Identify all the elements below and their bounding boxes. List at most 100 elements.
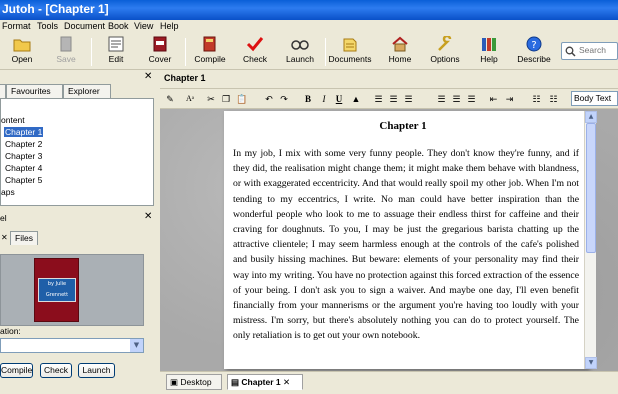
glasses-icon [291,40,309,50]
close-tab-icon[interactable]: ✕ [281,377,290,387]
project-panel: ✕ Favourites Explorer ontent Chapter 1 C… [0,70,158,208]
tab-desktop-label: Desktop [180,377,212,387]
scroll-thumb[interactable] [586,123,596,253]
align-left-icon[interactable]: ☰ [372,92,385,106]
align-center-icon[interactable]: ☰ [387,92,400,106]
copy-icon[interactable]: ❐ [220,92,232,106]
menu-format[interactable]: Format [2,21,31,31]
justify-icon[interactable]: ☰ [435,92,448,106]
redo-icon[interactable]: ↷ [278,92,290,106]
strike-icon[interactable]: ▲ [350,92,362,106]
svg-text:?: ? [531,40,536,51]
document-title: Chapter 1 [164,73,206,83]
documents-button[interactable]: Documents [328,36,372,68]
save-icon [60,36,72,52]
save-label: Save [56,54,76,64]
cover-author: by Julie Grennett [38,278,76,302]
wrench-icon [438,36,452,51]
tree-item-chapter-4[interactable]: Chapter 4 [5,163,42,173]
check-button[interactable]: Check [233,36,277,68]
describe-label: Describe [517,54,551,64]
edit-icon [108,36,124,52]
help-button[interactable]: Help [467,36,511,68]
tree-item-chapter-5[interactable]: Chapter 5 [5,175,42,185]
open-button[interactable]: Open [0,36,44,68]
font-size-icon[interactable]: Aᵃ [182,92,198,106]
launch-small-button[interactable]: Launch [78,363,115,378]
tab-chapter-1[interactable]: ▤ Chapter 1 ✕ [227,374,303,390]
project-tabs: Favourites Explorer [0,84,154,98]
cover-icon [153,36,167,52]
document-body[interactable]: In my job, I mix with some very funny pe… [233,146,579,344]
launch-label: Launch [286,54,314,64]
edit-button[interactable]: Edit [94,36,138,68]
compile-button[interactable]: Compile [188,36,232,68]
edit-label: Edit [108,54,124,64]
indent-icon[interactable]: ⇥ [503,92,516,106]
location-select[interactable]: ▼ [0,338,144,353]
tree-item-chapter-1[interactable]: Chapter 1 [4,127,44,137]
undo-icon[interactable]: ↶ [263,92,275,106]
cut-icon[interactable]: ✂ [205,92,217,106]
search-field[interactable] [561,42,618,60]
pencil-icon[interactable]: ✎ [163,92,177,106]
close-icon[interactable]: ✕ [144,211,152,222]
close-icon[interactable]: ✕ [1,233,8,242]
launch-button[interactable]: Launch [278,36,322,68]
align-right-icon[interactable]: ☰ [402,92,415,106]
toolbar-separator [325,38,326,66]
tree-item-content[interactable]: ontent [1,115,25,125]
bold-icon[interactable]: B [302,92,314,106]
documents-label: Documents [328,54,372,64]
numbered-list-icon[interactable]: ☷ [547,92,560,106]
spacing-icon[interactable]: ☰ [465,92,478,106]
check-small-button[interactable]: Check [40,363,72,378]
compile-small-button[interactable]: Compile [0,363,33,378]
check-label: Check [242,54,268,64]
cover-label: Cover [148,54,172,64]
book-cover-image: by Julie Grennett [34,258,79,322]
chevron-down-icon[interactable]: ▼ [130,339,143,352]
tree-item-chapter-2[interactable]: Chapter 2 [5,139,42,149]
scroll-up-icon[interactable]: ▲ [585,111,597,123]
help-label: Help [480,54,498,64]
underline-icon[interactable]: U [333,92,345,106]
describe-button[interactable]: ? Describe [512,36,556,68]
menu-book[interactable]: Book [108,21,129,31]
scroll-down-icon[interactable]: ▼ [585,357,597,369]
control-panel: el ✕ ✕ Files by Julie Grennett ation: ▼ … [0,210,158,394]
close-icon[interactable]: ✕ [144,71,152,82]
tab-files[interactable]: Files [10,231,38,245]
save-button[interactable]: Save [44,36,88,68]
checkmark-icon [246,37,264,52]
menu-help[interactable]: Help [160,21,179,31]
tab-desktop[interactable]: ▣ Desktop [166,374,222,390]
document-page[interactable]: Chapter 1 In my job, I mix with some ver… [224,111,588,369]
tab-favourites[interactable]: Favourites [6,84,63,98]
bullet-list-icon[interactable]: ☷ [530,92,543,106]
home-label: Home [388,54,412,64]
menu-tools[interactable]: Tools [37,21,58,31]
window-title: Jutoh - [Chapter 1] [2,2,109,16]
menu-view[interactable]: View [134,21,153,31]
tab-explorer[interactable]: Explorer [63,84,111,98]
toolbar-separator [91,38,92,66]
outdent-icon[interactable]: ⇤ [487,92,500,106]
compile-icon [203,36,216,52]
toolbar-separator [185,38,186,66]
paragraph-style-select[interactable]: Body Text [571,91,618,106]
italic-icon[interactable]: I [318,92,330,106]
home-button[interactable]: Home [378,36,422,68]
home-icon [392,36,408,52]
line-spacing-icon[interactable]: ☰ [450,92,463,106]
desktop-icon: ▣ [170,377,181,387]
cover-button[interactable]: Cover [138,36,182,68]
vertical-scrollbar[interactable]: ▲ ▼ [584,111,597,369]
paste-icon[interactable]: 📋 [236,92,248,106]
menu-document[interactable]: Document [64,21,105,31]
tree-item-chapter-3[interactable]: Chapter 3 [5,151,42,161]
options-button[interactable]: Options [423,36,467,68]
search-input[interactable] [579,45,617,55]
panel-splitter[interactable] [154,70,159,394]
tree-item-maps[interactable]: aps [1,187,15,197]
